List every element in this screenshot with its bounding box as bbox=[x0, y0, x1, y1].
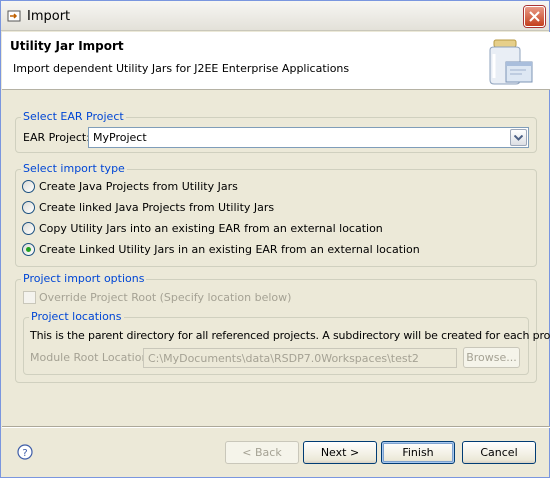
radio-label: Copy Utility Jars into an existing EAR f… bbox=[39, 222, 383, 235]
combo-dropdown-button[interactable] bbox=[510, 129, 527, 146]
override-root-label: Override Project Root (Specify location … bbox=[39, 291, 292, 304]
cancel-button[interactable]: Cancel bbox=[462, 441, 536, 464]
back-button[interactable]: < Back bbox=[225, 441, 299, 464]
import-dialog: Import Utility Jar Import Import depende… bbox=[0, 0, 550, 478]
jar-banner-icon bbox=[476, 36, 536, 91]
wizard-description: Import dependent Utility Jars for J2EE E… bbox=[13, 62, 350, 75]
next-button[interactable]: Next > bbox=[303, 441, 377, 464]
window-title: Import bbox=[27, 9, 71, 24]
module-root-label: Module Root Location: bbox=[30, 351, 153, 364]
radio-label: Create Linked Utility Jars in an existin… bbox=[39, 243, 420, 256]
radio-button-selected[interactable] bbox=[22, 243, 35, 256]
radio-button[interactable] bbox=[22, 222, 35, 235]
help-icon[interactable]: ? bbox=[17, 444, 33, 460]
ear-project-combo[interactable]: MyProject bbox=[88, 127, 529, 148]
import-icon bbox=[7, 9, 21, 23]
ear-project-value: MyProject bbox=[93, 131, 147, 144]
ear-project-label: EAR Project: bbox=[23, 131, 90, 144]
title-bar: Import bbox=[1, 1, 549, 31]
radio-label: Create linked Java Projects from Utility… bbox=[39, 201, 275, 214]
radio-label: Create Java Projects from Utility Jars bbox=[39, 180, 238, 193]
module-root-input[interactable]: C:\MyDocuments\data\RSDP7.0Workspaces\te… bbox=[143, 348, 457, 368]
project-import-options-legend: Project import options bbox=[21, 272, 147, 285]
import-type-legend: Select import type bbox=[21, 162, 127, 175]
close-button[interactable] bbox=[524, 6, 545, 27]
radio-button[interactable] bbox=[22, 180, 35, 193]
chevron-down-icon bbox=[514, 135, 523, 141]
close-icon bbox=[529, 11, 540, 22]
svg-text:?: ? bbox=[22, 448, 27, 459]
wizard-header: Utility Jar Import Import dependent Util… bbox=[2, 32, 550, 90]
override-root-checkbox[interactable] bbox=[23, 291, 36, 304]
project-locations-info: This is the parent directory for all ref… bbox=[30, 329, 550, 342]
browse-button[interactable]: Browse... bbox=[463, 347, 520, 368]
wizard-title: Utility Jar Import bbox=[10, 39, 124, 53]
project-locations-legend: Project locations bbox=[29, 310, 124, 323]
ear-project-legend: Select EAR Project bbox=[21, 110, 126, 123]
finish-button[interactable]: Finish bbox=[381, 441, 455, 464]
button-bar-separator bbox=[2, 426, 550, 428]
radio-button[interactable] bbox=[22, 201, 35, 214]
